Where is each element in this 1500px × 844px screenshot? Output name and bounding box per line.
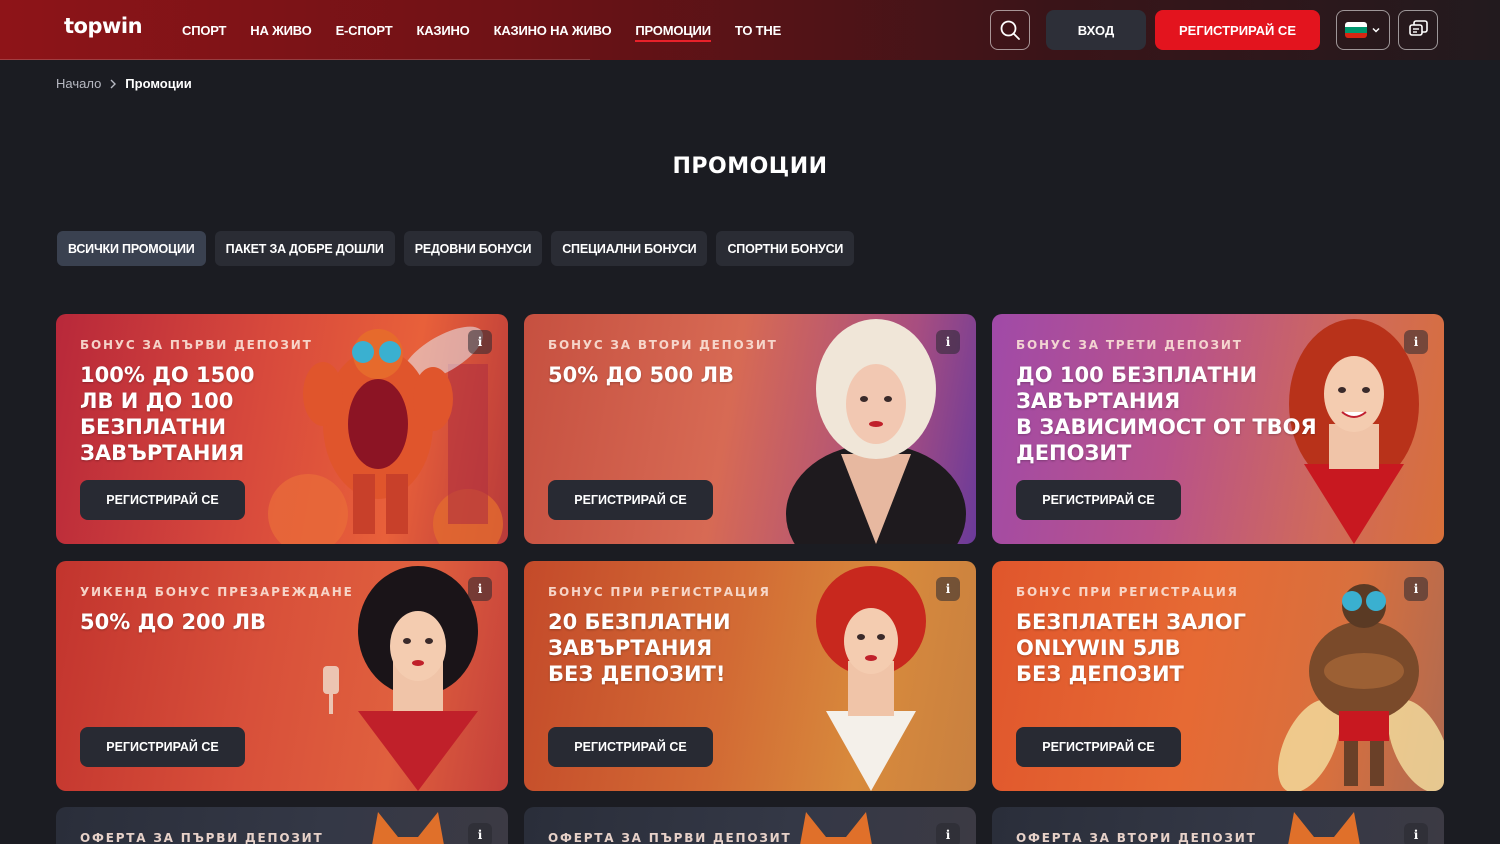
breadcrumb-home[interactable]: Начало xyxy=(56,76,101,91)
top-header: topwin СПОРТ НА ЖИВО Е-СПОРТ КАЗИНО КАЗИ… xyxy=(0,0,1500,60)
promo-card[interactable]: БОНУС ЗА ПЪРВИ ДЕПОЗИТ 100% ДО 1500 ЛВ И… xyxy=(56,314,508,544)
promo-card[interactable]: БОНУС ПРИ РЕГИСТРАЦИЯ БЕЗПЛАТЕН ЗАЛОГ ON… xyxy=(992,561,1444,791)
promo-filters: ВСИЧКИ ПРОМОЦИИ ПАКЕТ ЗА ДОБРЕ ДОШЛИ РЕД… xyxy=(57,231,855,266)
nav-to-the[interactable]: TO THE xyxy=(735,0,781,60)
filter-special[interactable]: СПЕЦИАЛНИ БОНУСИ xyxy=(551,231,708,266)
bulgaria-flag-icon xyxy=(1345,22,1367,38)
card-title: ДО 100 БЕЗПЛАТНИ ЗАВЪРТАНИЯ В ЗАВИСИМОСТ… xyxy=(1016,363,1317,465)
promo-card[interactable]: БОНУС ЗА ВТОРИ ДЕПОЗИТ 50% ДО 500 ЛВ РЕГ… xyxy=(524,314,976,544)
search-button[interactable] xyxy=(990,10,1030,50)
promo-card[interactable]: ОФЕРТА ЗА ПЪРВИ ДЕПОЗИТ i xyxy=(56,807,508,844)
card-title: 20 БЕЗПЛАТНИ ЗАВЪРТАНИЯ БЕЗ ДЕПОЗИТ! xyxy=(548,610,731,686)
card-tag: БОНУС ЗА ВТОРИ ДЕПОЗИТ xyxy=(548,338,778,352)
nav-sport[interactable]: СПОРТ xyxy=(182,0,226,60)
chevron-right-icon xyxy=(110,79,117,88)
info-icon[interactable]: i xyxy=(1404,330,1428,354)
register-button[interactable]: РЕГИСТРИРАЙ СЕ xyxy=(1155,10,1320,50)
filter-all[interactable]: ВСИЧКИ ПРОМОЦИИ xyxy=(57,231,206,266)
card-tag: БОНУС ЗА ТРЕТИ ДЕПОЗИТ xyxy=(1016,338,1243,352)
promo-card[interactable]: ОФЕРТА ЗА ПЪРВИ ДЕПОЗИТ i xyxy=(524,807,976,844)
topwin-logo[interactable]: topwin xyxy=(64,14,143,38)
card-tag: ОФЕРТА ЗА ПЪРВИ ДЕПОЗИТ xyxy=(548,831,792,844)
language-selector[interactable] xyxy=(1336,10,1390,50)
card-tag: ОФЕРТА ЗА ПЪРВИ ДЕПОЗИТ xyxy=(80,831,324,844)
nav-promotions[interactable]: ПРОМОЦИИ xyxy=(635,0,712,60)
card-tag: БОНУС ПРИ РЕГИСТРАЦИЯ xyxy=(1016,585,1239,599)
nav-casino[interactable]: КАЗИНО xyxy=(416,0,469,60)
card-register-button[interactable]: РЕГИСТРИРАЙ СЕ xyxy=(1016,480,1181,520)
card-register-button[interactable]: РЕГИСТРИРАЙ СЕ xyxy=(80,727,245,767)
breadcrumb: Начало Промоции xyxy=(56,76,192,91)
filter-sport[interactable]: СПОРТНИ БОНУСИ xyxy=(716,231,855,266)
promo-card[interactable]: БОНУС ПРИ РЕГИСТРАЦИЯ 20 БЕЗПЛАТНИ ЗАВЪР… xyxy=(524,561,976,791)
nav-live[interactable]: НА ЖИВО xyxy=(250,0,311,60)
card-register-button[interactable]: РЕГИСТРИРАЙ СЕ xyxy=(1016,727,1181,767)
card-register-button[interactable]: РЕГИСТРИРАЙ СЕ xyxy=(548,727,713,767)
breadcrumb-current: Промоции xyxy=(125,76,192,91)
page-title: ПРОМОЦИИ xyxy=(672,154,828,179)
chevron-down-icon xyxy=(1372,27,1380,33)
info-icon[interactable]: i xyxy=(936,330,960,354)
info-icon[interactable]: i xyxy=(468,330,492,354)
chat-icon xyxy=(1409,20,1428,36)
header-divider xyxy=(0,59,590,60)
card-tag: ОФЕРТА ЗА ВТОРИ ДЕПОЗИТ xyxy=(1016,831,1257,844)
card-title: БЕЗПЛАТЕН ЗАЛОГ ONLYWIN 5ЛВ БЕЗ ДЕПОЗИТ xyxy=(1016,610,1246,686)
promo-card[interactable]: БОНУС ЗА ТРЕТИ ДЕПОЗИТ ДО 100 БЕЗПЛАТНИ … xyxy=(992,314,1444,544)
login-button[interactable]: ВХОД xyxy=(1046,10,1146,50)
filter-welcome-pack[interactable]: ПАКЕТ ЗА ДОБРЕ ДОШЛИ xyxy=(214,231,395,266)
main-nav: СПОРТ НА ЖИВО Е-СПОРТ КАЗИНО КАЗИНО НА Ж… xyxy=(182,0,805,60)
nav-live-casino[interactable]: КАЗИНО НА ЖИВО xyxy=(494,0,612,60)
promo-card[interactable]: УИКЕНД БОНУС ПРЕЗАРЕЖДАНЕ 50% ДО 200 ЛВ … xyxy=(56,561,508,791)
card-title: 50% ДО 200 ЛВ xyxy=(80,610,267,634)
info-icon[interactable]: i xyxy=(1404,823,1428,844)
card-title: 100% ДО 1500 ЛВ И ДО 100 БЕЗПЛАТНИ ЗАВЪР… xyxy=(80,363,255,465)
info-icon[interactable]: i xyxy=(468,823,492,844)
filter-regular[interactable]: РЕДОВНИ БОНУСИ xyxy=(403,231,543,266)
chat-button[interactable] xyxy=(1398,10,1438,50)
promo-card[interactable]: ОФЕРТА ЗА ВТОРИ ДЕПОЗИТ i xyxy=(992,807,1444,844)
info-icon[interactable]: i xyxy=(468,577,492,601)
info-icon[interactable]: i xyxy=(936,577,960,601)
card-tag: УИКЕНД БОНУС ПРЕЗАРЕЖДАНЕ xyxy=(80,585,354,599)
nav-esport[interactable]: Е-СПОРТ xyxy=(336,0,393,60)
info-icon[interactable]: i xyxy=(1404,577,1428,601)
card-tag: БОНУС ПРИ РЕГИСТРАЦИЯ xyxy=(548,585,771,599)
search-icon xyxy=(1000,20,1020,40)
card-register-button[interactable]: РЕГИСТРИРАЙ СЕ xyxy=(80,480,245,520)
card-register-button[interactable]: РЕГИСТРИРАЙ СЕ xyxy=(548,480,713,520)
card-title: 50% ДО 500 ЛВ xyxy=(548,363,735,387)
card-tag: БОНУС ЗА ПЪРВИ ДЕПОЗИТ xyxy=(80,338,313,352)
info-icon[interactable]: i xyxy=(936,823,960,844)
